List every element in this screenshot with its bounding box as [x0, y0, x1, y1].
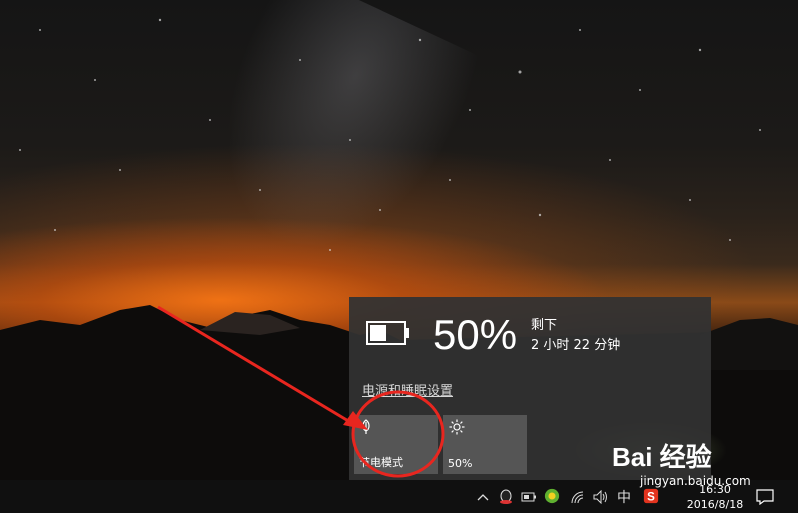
wifi-icon[interactable] — [570, 489, 586, 505]
baidu-jingyan-logo: Bai 经验 — [612, 442, 712, 472]
leaf-icon — [360, 419, 372, 439]
sogou-icon[interactable]: S — [643, 488, 659, 504]
volume-icon[interactable] — [593, 489, 609, 505]
power-sleep-settings-link[interactable]: 电源和睡眠设置 — [362, 380, 453, 399]
remaining-label: 剩下 — [531, 318, 558, 333]
battery-icon — [366, 321, 409, 345]
brightness-label: 50% — [448, 457, 473, 470]
action-center-icon[interactable] — [756, 489, 774, 505]
battery-tray-icon[interactable] — [521, 489, 537, 505]
brightness-tile[interactable]: 50% — [443, 415, 527, 474]
battery-saver-tile[interactable]: 节电模式 — [354, 415, 438, 474]
svg-text:S: S — [647, 491, 655, 503]
star-field — [19, 18, 761, 251]
clock-date: 2016/8/18 — [686, 498, 744, 511]
qq-icon[interactable] — [498, 489, 514, 505]
security-guard-icon[interactable] — [544, 488, 560, 504]
remaining-time: 2 小时 22 分钟 — [531, 338, 621, 353]
watermark-url: jingyan.baidu.com — [640, 474, 751, 488]
chevron-up-icon[interactable] — [475, 489, 491, 505]
battery-saver-label: 节电模式 — [359, 456, 403, 469]
input-method-indicator[interactable]: 中 — [616, 489, 632, 506]
sun-icon — [449, 419, 465, 439]
battery-percent: 50% — [433, 311, 518, 358]
